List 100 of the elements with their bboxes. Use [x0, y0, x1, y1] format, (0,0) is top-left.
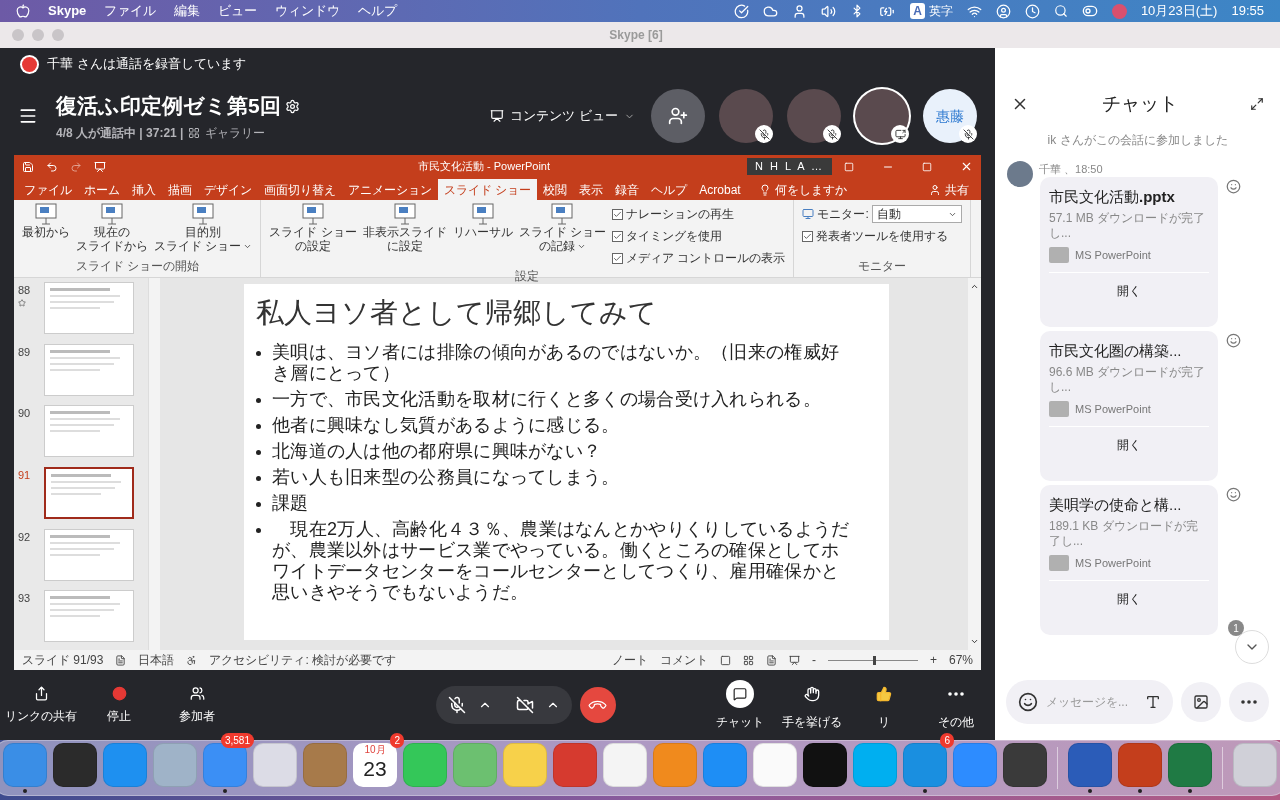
app-menu[interactable]: Skype [48, 1, 87, 21]
slideshow-view-icon[interactable] [788, 654, 800, 666]
thumbnail-scrollbar[interactable] [148, 278, 160, 650]
sorter-view-icon[interactable] [742, 654, 754, 666]
search-icon[interactable] [1053, 4, 1068, 18]
menubar-date[interactable]: 10月23日(土) [1140, 1, 1218, 21]
ribbon-button[interactable]: 最初から [22, 203, 70, 239]
ribbon-button[interactable]: 現在の スライドから [76, 203, 148, 253]
image-button[interactable] [1181, 682, 1221, 722]
open-button[interactable]: 開く [1049, 426, 1209, 463]
tell-me-field[interactable]: 何をしますか [774, 180, 847, 199]
scroll-down-button[interactable] [1235, 630, 1269, 664]
ribbon-tab[interactable]: ファイル [18, 179, 78, 200]
ribbon-tab[interactable]: 表示 [573, 179, 610, 200]
microphone-off-icon[interactable] [447, 696, 466, 714]
comments-button[interactable]: コメント [659, 651, 708, 669]
share-link[interactable]: 共有 [945, 180, 969, 199]
menu-item[interactable]: ファイル [104, 1, 157, 21]
zoom-thumb[interactable] [872, 655, 876, 665]
input-mode-icon[interactable]: A [910, 3, 925, 19]
menu-item[interactable]: ウィンドウ [275, 1, 341, 21]
ribbon-tab[interactable]: スライド ショー [438, 179, 538, 200]
zoom-in-button[interactable]: + [929, 651, 937, 669]
checkbox[interactable] [612, 252, 624, 264]
file-name[interactable]: 美唄学の使命と構... [1049, 493, 1209, 516]
reaction-icon[interactable] [1226, 178, 1241, 194]
checkbox[interactable] [612, 208, 624, 220]
ribbon-tab[interactable]: ホーム [78, 179, 126, 200]
normal-view-icon[interactable] [719, 654, 731, 666]
call-action-button[interactable]: リ [849, 679, 919, 731]
menu-item[interactable]: 編集 [174, 1, 201, 21]
call-action-button[interactable]: その他 [921, 679, 991, 731]
zoom-level[interactable]: 67% [948, 651, 973, 669]
reading-view-icon[interactable] [765, 654, 777, 666]
slide-thumbnail[interactable] [44, 467, 134, 519]
ribbon-button[interactable]: スライド ショー の設定 [269, 203, 357, 253]
emoji-icon[interactable] [1018, 692, 1038, 712]
presentation-icon[interactable] [94, 160, 106, 173]
add-participant-button[interactable] [651, 89, 705, 143]
user-circle-icon[interactable] [995, 3, 1011, 19]
initials-avatar[interactable]: 惠藤 [923, 89, 977, 143]
call-action-button[interactable]: リンクの共有 [2, 685, 80, 725]
more-button[interactable] [1229, 682, 1269, 722]
clock-icon[interactable] [1024, 3, 1040, 19]
view-button[interactable]: コンテンツ ビュー [490, 106, 635, 126]
app-icon[interactable] [1003, 743, 1047, 787]
save-icon[interactable] [22, 160, 34, 173]
notes-button[interactable]: ノート [611, 651, 648, 669]
wifi-icon[interactable] [966, 3, 982, 19]
expand-icon[interactable] [1250, 97, 1264, 112]
language-label[interactable]: 日本語 [138, 651, 175, 669]
photo-placeholder[interactable] [855, 89, 909, 143]
ribbon-tab[interactable]: 校閲 [537, 179, 574, 200]
app-icon[interactable] [53, 743, 97, 787]
ribbon-tab[interactable]: 画面切り替え [258, 179, 342, 200]
call-action-button[interactable]: チャット [705, 679, 775, 731]
check-icon[interactable] [734, 3, 750, 19]
photo-placeholder[interactable] [719, 89, 773, 143]
call-action-button[interactable]: 手を挙げる [777, 679, 847, 731]
format-text-icon[interactable] [1145, 694, 1161, 710]
scroll-down-icon[interactable] [970, 637, 979, 646]
checkbox-option[interactable]: ナレーションの再生 [612, 205, 786, 223]
file-name[interactable]: 市民文化圏の構築... [1049, 339, 1209, 362]
ribbon-tab[interactable]: アニメーション [342, 179, 438, 200]
ribbon-tab[interactable]: ヘルプ [645, 179, 694, 200]
ribbon-display-icon[interactable] [844, 161, 854, 172]
menubar-time[interactable]: 19:55 [1231, 1, 1264, 21]
ribbon-button[interactable]: 目的別 スライド ショー [154, 203, 253, 253]
checkbox-option[interactable]: タイミングを使用 [612, 227, 786, 245]
ribbon-button[interactable]: 非表示スライド に設定 [362, 203, 447, 253]
ribbon-button[interactable]: リハーサル [452, 203, 513, 239]
cloud-icon[interactable] [763, 3, 779, 19]
open-button[interactable]: 開く [1049, 580, 1209, 617]
reaction-icon[interactable] [1226, 486, 1241, 502]
hang-up-button[interactable] [579, 687, 616, 723]
control-center-icon[interactable] [1081, 3, 1098, 19]
checkbox-option[interactable]: 発表者ツールを使用する [802, 227, 962, 245]
calendar-app-icon[interactable]: 10月 23 [353, 743, 397, 787]
user-icon[interactable] [792, 3, 808, 19]
checkbox[interactable] [802, 230, 814, 242]
checkbox[interactable] [612, 230, 624, 242]
slide-scrollbar[interactable] [968, 278, 981, 650]
reaction-icon[interactable] [1226, 332, 1241, 348]
undo-icon[interactable] [46, 160, 58, 173]
ribbon-tab[interactable]: 録音 [609, 179, 646, 200]
call-action-button[interactable]: 停止 [80, 685, 158, 725]
photo-placeholder[interactable] [787, 89, 841, 143]
ribbon-tab[interactable]: 挿入 [126, 179, 162, 200]
accessibility-status[interactable]: アクセシビリティ: 検討が必要です [209, 651, 397, 669]
file-name[interactable]: 市民文化活動.pptx [1049, 185, 1209, 208]
app-icon[interactable] [803, 743, 847, 787]
zoom-out-button[interactable]: - [811, 651, 816, 669]
layout-link[interactable]: ギャラリー [205, 123, 266, 142]
ribbon-tab[interactable]: 描画 [162, 179, 198, 200]
monitor-select[interactable]: 自動 [871, 205, 962, 223]
menu-item[interactable]: ビュー [218, 1, 258, 21]
ribbon-tab[interactable]: Acrobat [693, 179, 747, 200]
message-input[interactable]: メッセージを... [1046, 693, 1136, 711]
camera-off-icon[interactable] [515, 696, 534, 714]
volume-icon[interactable] [821, 3, 837, 19]
